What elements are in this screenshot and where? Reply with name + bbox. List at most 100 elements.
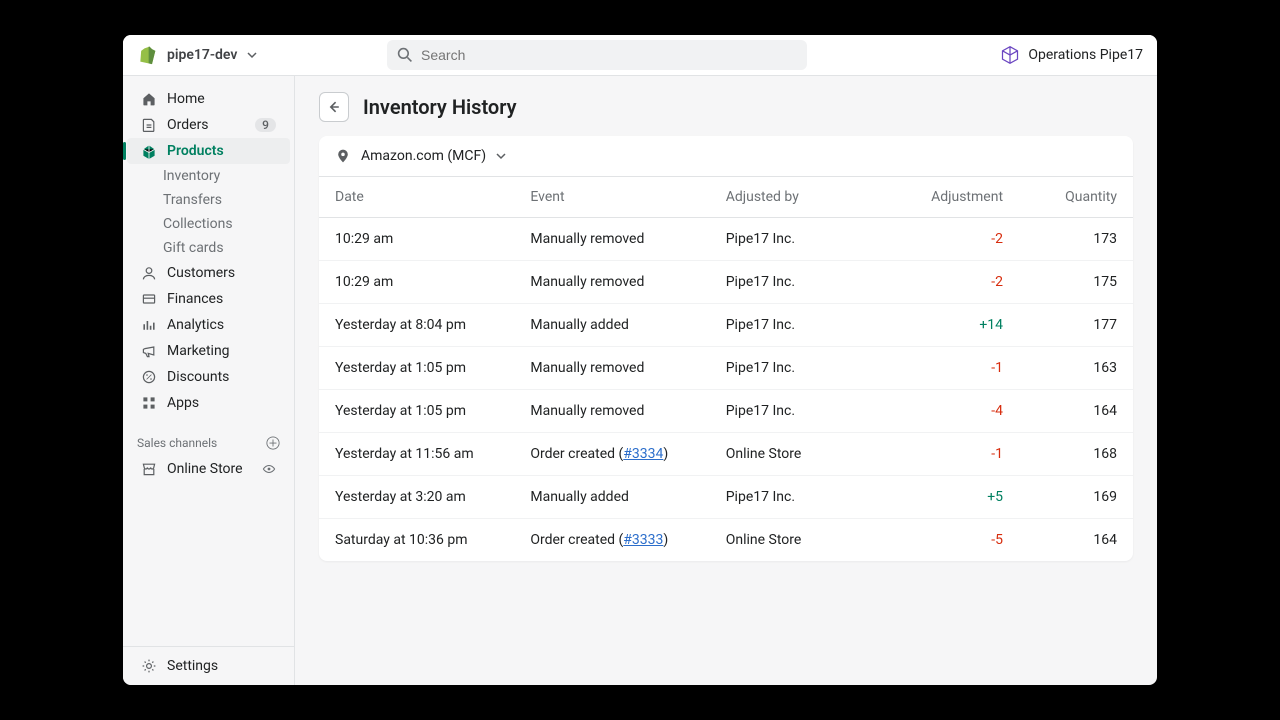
col-adjusted-by: Adjusted by [710,177,905,218]
sidebar-item-label: Customers [167,265,276,281]
org-switcher[interactable]: Operations Pipe17 [1000,45,1143,65]
chevron-down-icon [247,50,257,60]
cell-event: Order created (#3334) [514,433,709,476]
cell-adjustment: -1 [905,347,1019,390]
cell-quantity: 163 [1019,347,1133,390]
sidebar-item-label: Products [167,143,276,159]
table-header-row: Date Event Adjusted by Adjustment Quanti… [319,177,1133,218]
location-name: Amazon.com (MCF) [361,148,486,164]
sidebar-item-apps[interactable]: Apps [127,390,290,416]
cell-date: 10:29 am [319,218,514,261]
page-header: Inventory History [319,92,1133,122]
cell-adjusted-by: Pipe17 Inc. [710,347,905,390]
table-row: 10:29 amManually removedPipe17 Inc.-2175 [319,261,1133,304]
sidebar-item-label: Apps [167,395,276,411]
sidebar-subitem-inventory[interactable]: Inventory [123,164,294,188]
cell-adjusted-by: Pipe17 Inc. [710,218,905,261]
cell-event: Manually removed [514,261,709,304]
cell-adjusted-by: Pipe17 Inc. [710,261,905,304]
cell-quantity: 177 [1019,304,1133,347]
search-field[interactable] [387,40,807,70]
cell-date: Yesterday at 1:05 pm [319,390,514,433]
main-content: Inventory History Amazon.com (MCF) Date … [295,76,1157,685]
sidebar-item-discounts[interactable]: Discounts [127,364,290,390]
apps-icon [141,395,157,411]
table-row: 10:29 amManually removedPipe17 Inc.-2173 [319,218,1133,261]
sidebar-item-orders[interactable]: Orders9 [127,112,290,138]
cell-quantity: 175 [1019,261,1133,304]
cell-adjustment: -5 [905,519,1019,562]
order-link[interactable]: #3333 [623,532,663,548]
sidebar-item-label: Analytics [167,317,276,333]
sidebar-item-home[interactable]: Home [127,86,290,112]
cell-adjustment: +14 [905,304,1019,347]
sales-channels-header: Sales channels [123,430,294,456]
sidebar-item-label: Marketing [167,343,276,359]
col-date: Date [319,177,514,218]
col-event: Event [514,177,709,218]
marketing-icon [141,343,157,359]
cell-event: Manually removed [514,347,709,390]
eye-icon[interactable] [262,462,276,476]
analytics-icon [141,317,157,333]
cell-adjustment: -2 [905,218,1019,261]
inventory-history-table: Date Event Adjusted by Adjustment Quanti… [319,177,1133,561]
sidebar-item-label: Finances [167,291,276,307]
discounts-icon [141,369,157,385]
page-title: Inventory History [363,95,517,119]
sidebar-badge: 9 [255,118,276,132]
cell-date: Yesterday at 3:20 am [319,476,514,519]
cell-event: Order created (#3333) [514,519,709,562]
sidebar-item-customers[interactable]: Customers [127,260,290,286]
sidebar-item-marketing[interactable]: Marketing [127,338,290,364]
store-name: pipe17-dev [167,47,237,63]
cell-adjustment: +5 [905,476,1019,519]
sidebar-subitem-transfers[interactable]: Transfers [123,188,294,212]
home-icon [141,91,157,107]
cell-adjusted-by: Pipe17 Inc. [710,390,905,433]
sidebar-item-finances[interactable]: Finances [127,286,290,312]
channel-label: Online Store [167,461,252,477]
sidebar-item-analytics[interactable]: Analytics [127,312,290,338]
cell-adjusted-by: Online Store [710,433,905,476]
cell-date: Saturday at 10:36 pm [319,519,514,562]
col-quantity: Quantity [1019,177,1133,218]
location-pin-icon [335,148,351,164]
cell-quantity: 173 [1019,218,1133,261]
store-switcher[interactable]: pipe17-dev [137,45,297,65]
cell-event: Manually removed [514,218,709,261]
arrow-left-icon [326,99,342,115]
org-name: Operations Pipe17 [1028,47,1143,63]
cell-adjustment: -4 [905,390,1019,433]
cell-adjusted-by: Online Store [710,519,905,562]
search-input[interactable] [421,47,797,63]
sidebar-item-settings[interactable]: Settings [127,653,290,679]
table-row: Yesterday at 1:05 pmManually removedPipe… [319,390,1133,433]
sidebar-item-label: Discounts [167,369,276,385]
products-icon [141,143,157,159]
cell-adjusted-by: Pipe17 Inc. [710,476,905,519]
col-adjustment: Adjustment [905,177,1019,218]
back-button[interactable] [319,92,349,122]
store-icon [141,461,157,477]
cell-quantity: 164 [1019,390,1133,433]
cell-quantity: 169 [1019,476,1133,519]
table-row: Saturday at 10:36 pmOrder created (#3333… [319,519,1133,562]
cell-event: Manually added [514,304,709,347]
shopify-logo-icon [137,45,157,65]
sidebar-subitem-gift-cards[interactable]: Gift cards [123,236,294,260]
cell-date: Yesterday at 11:56 am [319,433,514,476]
cell-date: Yesterday at 1:05 pm [319,347,514,390]
sidebar-subitem-collections[interactable]: Collections [123,212,294,236]
cell-date: Yesterday at 8:04 pm [319,304,514,347]
sidebar-item-products[interactable]: Products [127,138,290,164]
table-row: Yesterday at 1:05 pmManually removedPipe… [319,347,1133,390]
sidebar-item-label: Home [167,91,276,107]
location-selector[interactable]: Amazon.com (MCF) [319,136,1133,177]
cell-adjustment: -2 [905,261,1019,304]
channel-item-online-store[interactable]: Online Store [127,456,290,482]
cell-quantity: 164 [1019,519,1133,562]
order-link[interactable]: #3334 [623,446,663,462]
add-channel-icon[interactable] [266,436,280,450]
topbar: pipe17-dev Operations Pipe17 [123,35,1157,76]
